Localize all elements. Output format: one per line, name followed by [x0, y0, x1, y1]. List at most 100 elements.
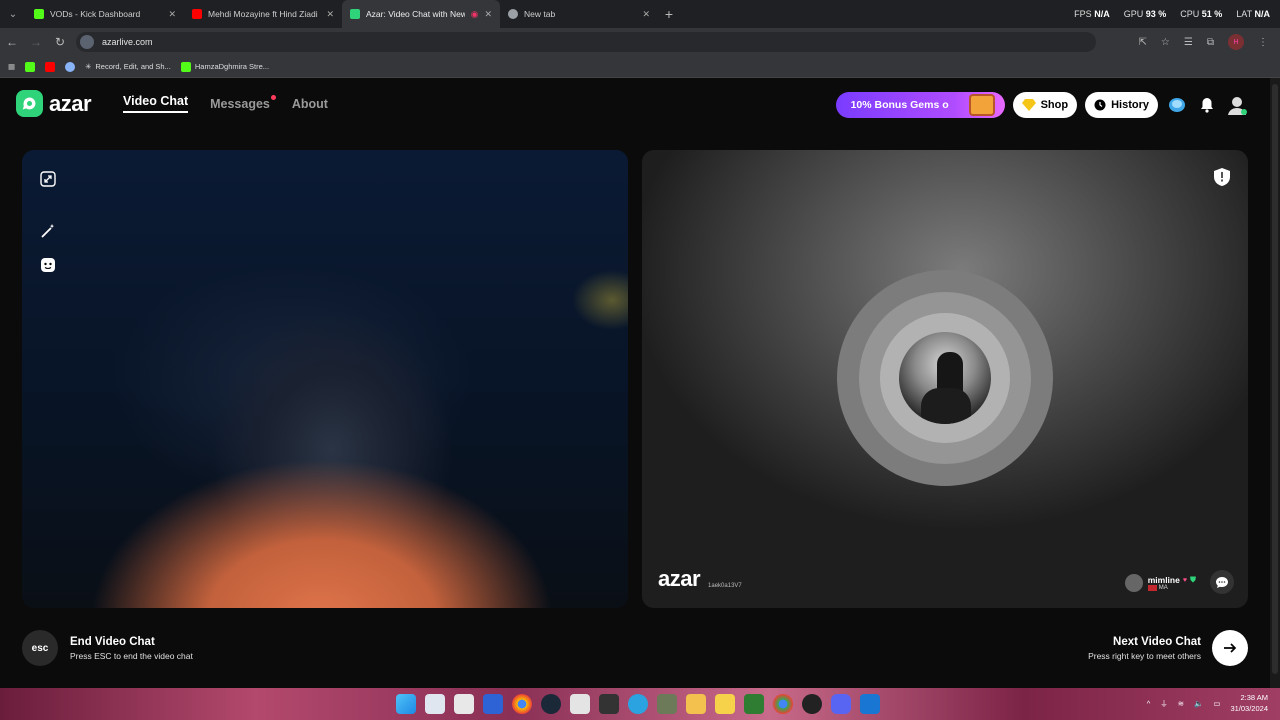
chrome-icon[interactable]: [512, 694, 532, 714]
site-info-icon[interactable]: [80, 35, 94, 49]
tab-azar[interactable]: Azar: Video Chat with New ◉ ✕: [342, 0, 500, 28]
shop-label: Shop: [1040, 99, 1069, 111]
main-nav: azar Video Chat Messages About: [16, 90, 328, 117]
discord-icon[interactable]: [831, 694, 851, 714]
remote-video: azar 1aek0a13V7 mimline ♥ ⛊ MA: [642, 150, 1248, 608]
kick-favicon-icon: [34, 9, 44, 19]
folder-icon[interactable]: [686, 694, 706, 714]
next-chat-button[interactable]: [1212, 630, 1248, 666]
nav-messages[interactable]: Messages: [210, 94, 276, 111]
tab-kick[interactable]: VODs - Kick Dashboard ✕: [26, 0, 184, 28]
report-shield-icon[interactable]: [1214, 168, 1230, 186]
heart-badge-icon: ♥: [1182, 576, 1187, 584]
end-chat-button[interactable]: esc: [22, 630, 58, 666]
next-chat-hint: Press right key to meet others: [1088, 650, 1201, 661]
close-icon[interactable]: ✕: [642, 9, 650, 20]
obs-icon[interactable]: [802, 694, 822, 714]
magic-wand-icon[interactable]: [39, 222, 57, 240]
checkmark-app-icon[interactable]: [454, 694, 474, 714]
menu-kebab-icon[interactable]: ⋮: [1258, 37, 1268, 48]
chat-bubble-icon[interactable]: [1210, 570, 1234, 594]
steam-icon[interactable]: [541, 694, 561, 714]
scrollbar-thumb[interactable]: [1272, 84, 1278, 674]
local-video: [22, 150, 628, 608]
extensions-icon[interactable]: ⧉: [1207, 37, 1214, 48]
profile-avatar-icon[interactable]: [1226, 94, 1248, 116]
task-view-icon[interactable]: [425, 694, 445, 714]
tab-label: Mehdi Mozayine ft Hind Ziadi |: [208, 9, 321, 19]
reload-icon[interactable]: ↻: [48, 35, 72, 49]
back-icon[interactable]: ←: [0, 35, 24, 49]
youtube-favicon-icon: [192, 9, 202, 19]
explorer-icon[interactable]: [570, 694, 590, 714]
close-icon[interactable]: ✕: [326, 9, 334, 20]
terminal-icon[interactable]: [599, 694, 619, 714]
new-tab-button[interactable]: +: [658, 6, 680, 22]
close-icon[interactable]: ✕: [168, 9, 176, 20]
url-field[interactable]: azarlive.com: [76, 32, 1096, 52]
tab-label: New tab: [524, 9, 556, 19]
volume-icon[interactable]: 🔈: [1194, 699, 1203, 708]
bookmark-gemini[interactable]: [65, 61, 76, 72]
tab-search-button[interactable]: ⌄: [0, 0, 26, 28]
azar-logo-icon: [16, 90, 43, 117]
nav-video-chat[interactable]: Video Chat: [123, 94, 189, 113]
session-id: 1aek0a13V7: [708, 583, 742, 589]
media-icon[interactable]: [744, 694, 764, 714]
vm-icon[interactable]: [657, 694, 677, 714]
nav-about[interactable]: About: [292, 97, 328, 111]
gpu-stat: GPU 93 %: [1123, 9, 1167, 19]
windows-start-icon[interactable]: [396, 694, 416, 714]
azar-logo[interactable]: azar: [16, 90, 92, 117]
gems-balance-icon[interactable]: [1166, 94, 1188, 116]
install-app-icon[interactable]: ⇱: [1139, 37, 1147, 48]
lat-stat: LAT N/A: [1236, 9, 1270, 19]
shop-button[interactable]: Shop: [1012, 92, 1078, 118]
peer-info[interactable]: mimline ♥ ⛊ MA: [1124, 574, 1196, 592]
bonus-gems-banner[interactable]: 10% Bonus Gems o: [835, 92, 1005, 118]
profile-avatar[interactable]: H: [1228, 34, 1244, 50]
tray-chevron-icon[interactable]: ^: [1147, 699, 1151, 708]
history-button[interactable]: History: [1085, 92, 1158, 118]
bookmark-hamza[interactable]: HamzaDghmira Stre...: [180, 61, 269, 72]
azar-favicon-icon: [350, 9, 360, 19]
peer-name: mimline: [1147, 575, 1180, 585]
morocco-flag-icon: [1147, 585, 1157, 591]
recording-icon: ◉: [470, 8, 479, 19]
end-chat-control: esc End Video Chat Press ESC to end the …: [22, 630, 193, 666]
photo-body: [921, 388, 971, 424]
clock-date: 31/03/2024: [1230, 704, 1268, 713]
tab-groups-icon[interactable]: ☰: [1184, 37, 1193, 48]
forward-icon[interactable]: →: [24, 35, 48, 49]
face-filter-icon[interactable]: [39, 256, 57, 274]
address-bar-row: ← → ↻ azarlive.com ⇱ ☆ ☰ ⧉ H ⋮: [0, 28, 1280, 56]
store-icon[interactable]: [483, 694, 503, 714]
chrome-favicon-icon: [508, 9, 518, 19]
bookmark-star-icon[interactable]: ☆: [1161, 37, 1170, 48]
promo-text: 10% Bonus Gems o: [850, 99, 949, 111]
expand-icon[interactable]: [39, 170, 57, 188]
peer-country: MA: [1158, 585, 1168, 591]
azar-app: azar Video Chat Messages About 10% Bonus…: [0, 78, 1270, 688]
bookmark-record[interactable]: ✳ Record, Edit, and Sh...: [85, 62, 171, 71]
tab-youtube[interactable]: Mehdi Mozayine ft Hind Ziadi | ✕: [184, 0, 342, 28]
bell-icon[interactable]: [1196, 94, 1218, 116]
bookmark-youtube[interactable]: [45, 61, 56, 72]
apps-grid-icon[interactable]: ▦: [8, 62, 15, 71]
clock[interactable]: 2:38 AM 31/03/2024: [1230, 692, 1268, 714]
bookmark-kick[interactable]: [25, 61, 36, 72]
app-icon[interactable]: [860, 694, 880, 714]
search-icon[interactable]: [715, 694, 735, 714]
page-scrollbar[interactable]: [1270, 78, 1280, 688]
end-chat-hint: Press ESC to end the video chat: [70, 650, 193, 661]
telegram-icon[interactable]: [628, 694, 648, 714]
cpu-stat: CPU 51 %: [1180, 9, 1223, 19]
usb-icon[interactable]: ⏚: [1160, 698, 1168, 709]
wifi-icon[interactable]: ≋: [1178, 699, 1184, 708]
chrome-alt-icon[interactable]: [773, 694, 793, 714]
battery-icon[interactable]: ▭: [1213, 699, 1220, 708]
close-icon[interactable]: ✕: [484, 9, 492, 20]
tab-new[interactable]: New tab ✕: [500, 0, 658, 28]
loom-icon: ✳: [85, 62, 92, 71]
history-label: History: [1111, 99, 1149, 111]
